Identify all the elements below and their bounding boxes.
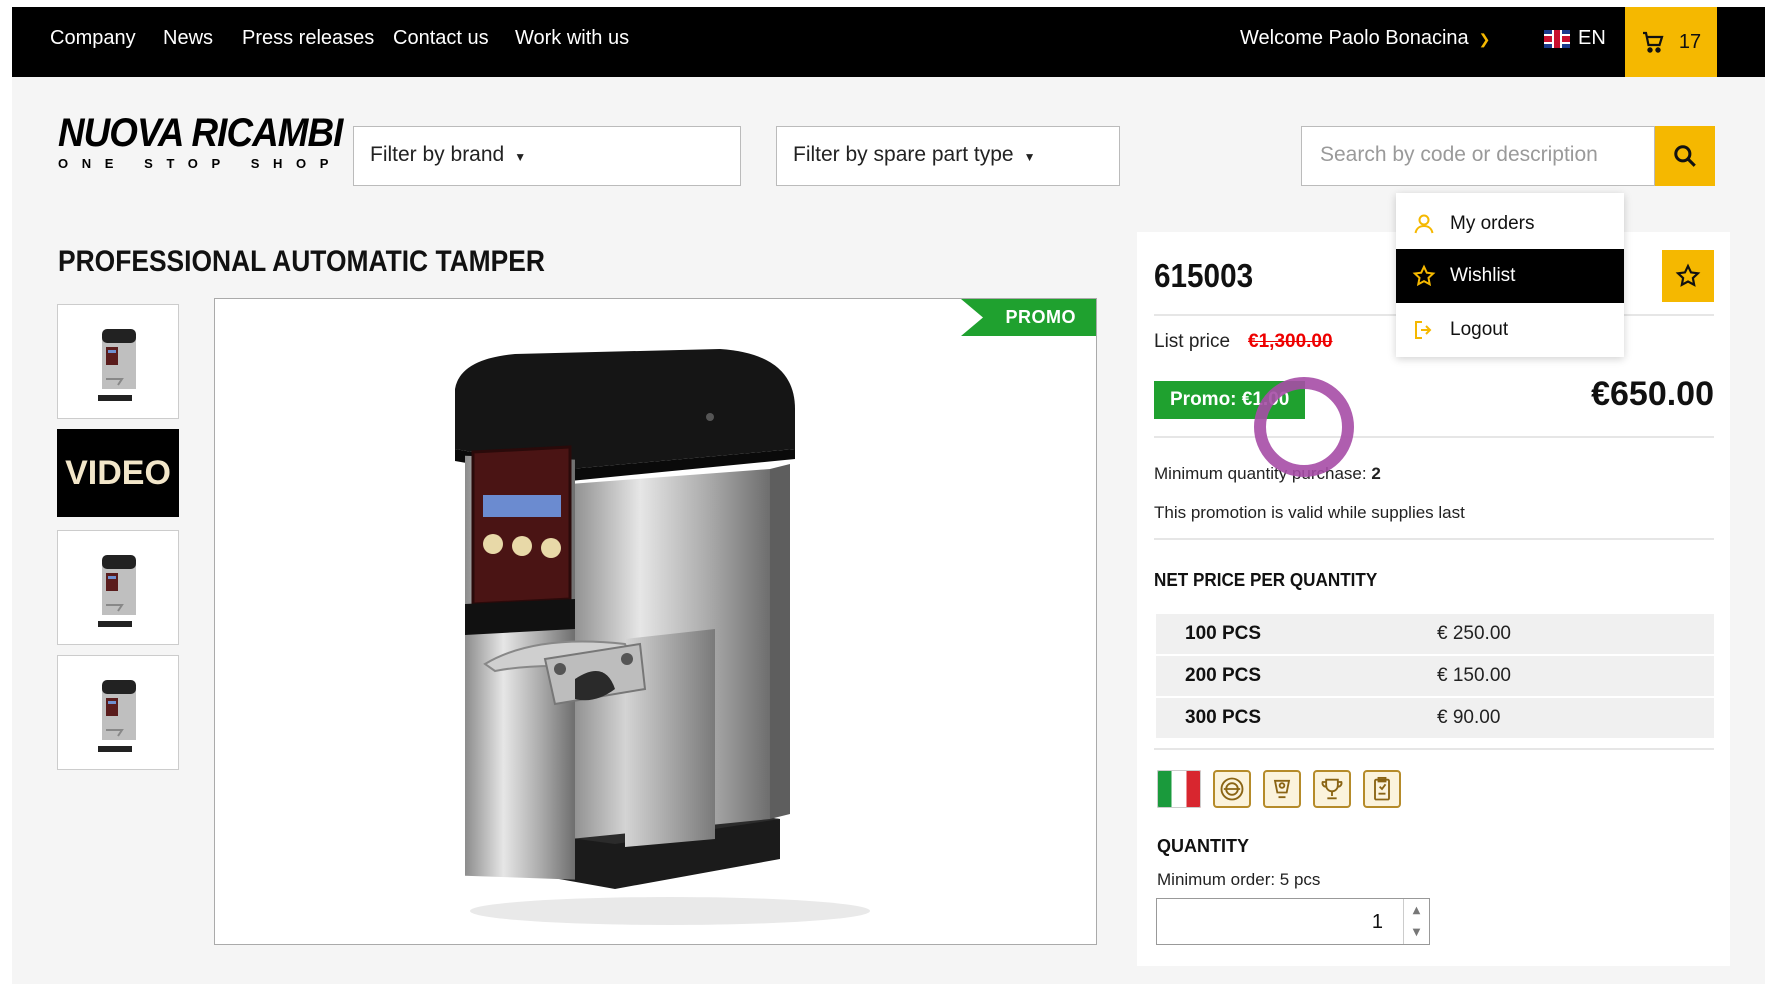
click-indicator <box>1254 377 1354 477</box>
quantity-cell: 300 PCS <box>1185 707 1262 728</box>
nav-press-releases[interactable]: Press releases <box>242 27 374 50</box>
nav-contact-us[interactable]: Contact us <box>393 27 489 50</box>
top-bar: Company News Press releases Contact us W… <box>12 7 1765 77</box>
quantity-cell: 200 PCS <box>1185 665 1262 686</box>
star-icon <box>1412 264 1436 287</box>
search-icon <box>1674 145 1696 167</box>
quantity-spinner: ▲ ▼ <box>1403 899 1429 944</box>
thumbnail-2[interactable] <box>57 530 179 645</box>
promotion-validity-note: This promotion is valid while supplies l… <box>1154 503 1465 522</box>
thumbnail-3[interactable] <box>57 655 179 770</box>
net-price-heading: NET PRICE PER QUANTITY <box>1154 570 1378 590</box>
nav-news[interactable]: News <box>163 27 213 50</box>
video-thumbnail[interactable]: VIDEO <box>57 429 179 517</box>
uk-flag-icon <box>1544 29 1570 48</box>
logo[interactable]: NUOVA RICAMBI ONE STOP SHOP <box>58 111 343 182</box>
tamper-thumbnail-image <box>98 679 136 752</box>
tamper-thumbnail-image <box>98 328 136 401</box>
minimum-order-note: Minimum order: 5 pcs <box>1157 870 1321 889</box>
italy-flag-icon <box>1157 770 1201 808</box>
price-cell: € 90.00 <box>1437 707 1501 728</box>
search-button[interactable] <box>1655 126 1715 186</box>
list-price-label: List price <box>1154 331 1231 352</box>
divider <box>1154 436 1714 438</box>
caret-down-icon: ▼ <box>1023 150 1036 164</box>
min-purchase-value: 2 <box>1371 464 1381 483</box>
logo-tagline: ONE STOP SHOP <box>58 156 342 171</box>
divider <box>1154 538 1714 540</box>
filter-type-dropdown[interactable]: Filter by spare part type ▼ <box>776 126 1120 186</box>
table-row: 200 PCS € 150.00 <box>1156 656 1714 696</box>
filter-brand-label: Filter by brand <box>370 143 505 166</box>
cart-count: 17 <box>1678 30 1702 53</box>
menu-item-label: Logout <box>1450 319 1509 340</box>
thumbnail-1[interactable] <box>57 304 179 419</box>
decrement-arrow-icon[interactable]: ▼ <box>1404 921 1429 943</box>
price-cell: € 250.00 <box>1437 623 1511 644</box>
tamper-thumbnail-image <box>98 554 136 627</box>
quality-seal-icon <box>1213 770 1251 808</box>
list-price-value: €1,300.00 <box>1248 331 1333 352</box>
logout-icon <box>1415 321 1432 339</box>
price-cell: € 150.00 <box>1437 665 1511 686</box>
filter-type-label: Filter by spare part type <box>793 143 1014 166</box>
cart-icon <box>1642 31 1664 53</box>
page: Company News Press releases Contact us W… <box>12 7 1765 984</box>
language-selector[interactable]: EN <box>1544 27 1606 50</box>
trophy-icon <box>1313 770 1351 808</box>
star-icon <box>1675 263 1701 287</box>
menu-item-logout[interactable]: Logout <box>1396 303 1624 357</box>
nav-company[interactable]: Company <box>50 27 136 50</box>
user-dropdown-menu: My orders Wishlist Logout <box>1396 193 1624 357</box>
user-menu-toggle[interactable]: Welcome Paolo Bonacina ❯ <box>1240 27 1490 50</box>
menu-item-label: My orders <box>1450 213 1535 234</box>
certification-icons <box>1157 770 1401 808</box>
table-row: 300 PCS € 90.00 <box>1156 698 1714 738</box>
caret-down-icon: ▼ <box>514 150 527 164</box>
filter-brand-dropdown[interactable]: Filter by brand ▼ <box>353 126 741 186</box>
table-row: 100 PCS € 250.00 <box>1156 614 1714 654</box>
cart-button[interactable]: 17 <box>1625 7 1717 77</box>
divider <box>1154 748 1714 750</box>
chevron-down-icon: ❯ <box>1478 31 1491 47</box>
tamper-product-image <box>455 349 870 925</box>
quantity-stepper[interactable]: 1 ▲ ▼ <box>1156 898 1430 945</box>
list-price-row: List price €1,300.00 <box>1154 331 1333 353</box>
increment-arrow-icon[interactable]: ▲ <box>1404 899 1429 921</box>
search-input[interactable]: Search by code or description <box>1301 126 1655 186</box>
language-label: EN <box>1578 27 1606 49</box>
quantity-cell: 100 PCS <box>1185 623 1262 644</box>
user-icon <box>1414 214 1434 234</box>
min-purchase-label: Minimum quantity purchase: <box>1154 464 1367 483</box>
clipboard-icon <box>1363 770 1401 808</box>
product-code: 615003 <box>1154 257 1254 294</box>
menu-item-my-orders[interactable]: My orders <box>1396 197 1624 251</box>
menu-item-label: Wishlist <box>1450 265 1516 286</box>
quantity-heading: QUANTITY <box>1157 836 1249 856</box>
product-title: PROFESSIONAL AUTOMATIC TAMPER <box>58 245 545 278</box>
welcome-text: Welcome Paolo Bonacina <box>1240 27 1469 49</box>
quantity-value: 1 <box>1371 911 1383 933</box>
current-price: €650.00 <box>1591 375 1714 413</box>
quantity-price-table: 100 PCS € 250.00 200 PCS € 150.00 300 PC… <box>1156 614 1714 740</box>
add-to-wishlist-button[interactable] <box>1662 250 1714 302</box>
menu-item-wishlist[interactable]: Wishlist <box>1396 249 1624 303</box>
cup-icon <box>1263 770 1301 808</box>
nav-work-with-us[interactable]: Work with us <box>515 27 629 50</box>
main-product-image[interactable]: PROMO <box>214 298 1097 945</box>
min-purchase-note: Minimum quantity purchase: 2 <box>1154 464 1381 484</box>
logo-wordmark: NUOVA RICAMBI <box>58 111 343 155</box>
